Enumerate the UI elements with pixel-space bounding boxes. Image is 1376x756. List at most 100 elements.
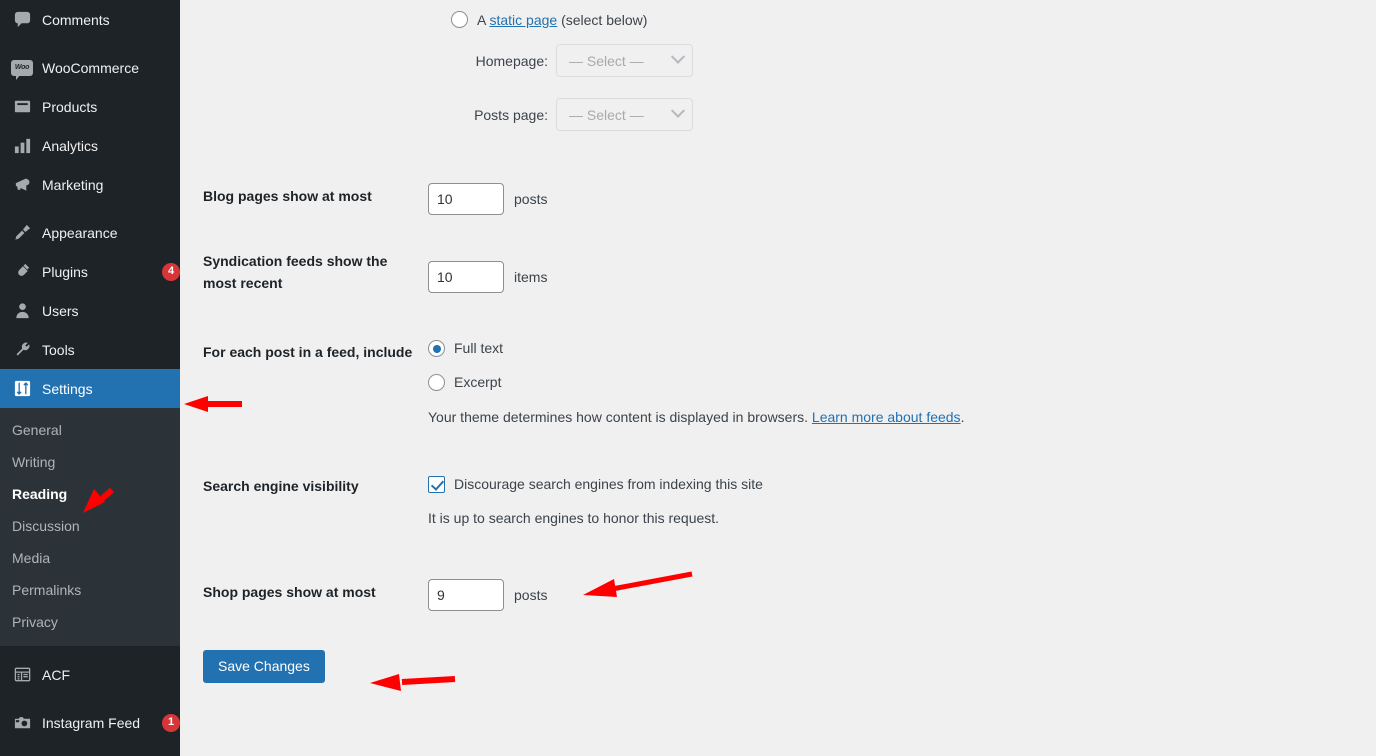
feed-full-text-radio[interactable]: [428, 340, 445, 358]
sidebar-item-label: ACF: [42, 666, 70, 683]
syndication-input[interactable]: [428, 261, 504, 293]
woocommerce-icon: Woo: [10, 58, 34, 80]
instagram-camera-icon: [10, 713, 34, 733]
appearance-brush-icon: [10, 223, 34, 243]
feed-include-field: Full text Excerpt Your theme determines …: [428, 314, 1376, 448]
sidebar-item-label: Appearance: [42, 224, 118, 241]
menu-separator: [0, 39, 180, 48]
static-page-radio[interactable]: [451, 11, 468, 28]
acf-table-icon: [10, 665, 34, 685]
reading-settings-form: A static page (select below) Homepage: —…: [180, 0, 1376, 756]
discourage-search-engines-label: Discourage search engines from indexing …: [454, 476, 763, 493]
admin-sidebar: Comments Woo WooCommerce Products Analyt…: [0, 0, 180, 756]
instagram-feed-badge: 1: [162, 713, 180, 732]
homepage-label: Homepage:: [475, 52, 548, 69]
table-row-search-visibility: Search engine visibility Discourage sear…: [180, 448, 1376, 549]
table-row-feed-include: For each post in a feed, include Full te…: [180, 314, 1376, 448]
sidebar-item-analytics[interactable]: Analytics: [0, 126, 180, 165]
discourage-search-engines-checkbox[interactable]: [428, 476, 445, 494]
shop-pages-input[interactable]: [428, 579, 504, 612]
sidebar-item-label: Products: [42, 98, 98, 115]
static-page-label: A static page (select below): [477, 11, 648, 28]
sidebar-item-label: Instagram Feed: [42, 714, 141, 731]
blog-pages-input[interactable]: [428, 183, 504, 215]
submenu-item-general[interactable]: General: [0, 414, 180, 446]
sidebar-lower-group: ACF Instagram Feed 1: [0, 646, 180, 742]
homepage-select-row: Homepage: — Select —: [180, 44, 1376, 77]
learn-more-about-feeds-link[interactable]: Learn more about feeds: [812, 409, 961, 425]
submenu-item-media[interactable]: Media: [0, 542, 180, 574]
feed-full-text-label: Full text: [454, 340, 504, 357]
chevron-down-icon: [670, 103, 686, 118]
sidebar-item-plugins[interactable]: Plugins 4: [0, 252, 180, 291]
search-visibility-description: It is up to search engines to honor this…: [428, 510, 720, 527]
sidebar-item-products[interactable]: Products: [0, 87, 180, 126]
plugins-update-badge: 4: [162, 262, 180, 281]
submenu-item-writing[interactable]: Writing: [0, 446, 180, 478]
syndication-field: items: [428, 235, 1376, 314]
syndication-unit: items: [514, 268, 548, 285]
sidebar-item-label: Users: [42, 302, 79, 319]
sidebar-item-acf[interactable]: ACF: [0, 655, 180, 694]
settings-submenu: General Writing Reading Discussion Media…: [0, 408, 180, 646]
menu-separator: [0, 646, 180, 655]
table-row-syndication: Syndication feeds show the most recent i…: [180, 235, 1376, 314]
wordpress-admin-screen: Comments Woo WooCommerce Products Analyt…: [0, 0, 1376, 756]
sidebar-item-label: Tools: [42, 341, 75, 358]
settings-table: Blog pages show at most posts Syndicatio…: [180, 175, 1376, 631]
comments-icon: [10, 10, 34, 30]
menu-separator: [0, 204, 180, 213]
feed-excerpt-radio[interactable]: [428, 374, 445, 392]
submenu-item-permalinks[interactable]: Permalinks: [0, 574, 180, 606]
feed-excerpt-label: Excerpt: [454, 374, 502, 391]
blog-pages-label: Blog pages show at most: [203, 188, 372, 204]
shop-pages-field: posts: [428, 549, 1376, 631]
products-icon: [10, 97, 34, 117]
tools-wrench-icon: [10, 340, 34, 360]
sidebar-item-settings[interactable]: Settings: [0, 369, 180, 408]
chevron-down-icon: [670, 49, 686, 64]
discourage-search-engines-option[interactable]: Discourage search engines from indexing …: [428, 474, 1366, 495]
table-row-blog-pages: Blog pages show at most posts: [180, 175, 1376, 235]
table-row-shop-pages: Shop pages show at most posts: [180, 549, 1376, 631]
front-page-section: A static page (select below) Homepage: —…: [180, 0, 1376, 131]
sidebar-item-woocommerce[interactable]: Woo WooCommerce: [0, 48, 180, 87]
submenu-item-discussion[interactable]: Discussion: [0, 510, 180, 542]
sidebar-item-users[interactable]: Users: [0, 291, 180, 330]
sidebar-item-instagram-feed[interactable]: Instagram Feed 1: [0, 703, 180, 742]
settings-sliders-icon: [10, 379, 34, 399]
sidebar-item-label: WooCommerce: [42, 59, 139, 76]
submenu-item-reading[interactable]: Reading: [0, 478, 180, 510]
shop-pages-unit: posts: [514, 586, 548, 603]
sidebar-item-label: Settings: [42, 380, 93, 397]
save-changes-button[interactable]: Save Changes: [203, 650, 325, 684]
plugins-plug-icon: [10, 262, 34, 282]
syndication-label: Syndication feeds show the most recent: [203, 253, 388, 291]
blog-pages-field: posts: [428, 175, 1376, 235]
menu-separator: [0, 694, 180, 703]
posts-page-label: Posts page:: [474, 106, 548, 123]
users-icon: [10, 301, 34, 321]
static-page-radio-row[interactable]: A static page (select below): [180, 11, 1376, 28]
sidebar-item-marketing[interactable]: Marketing: [0, 165, 180, 204]
homepage-select[interactable]: — Select —: [556, 44, 693, 77]
feed-full-text-option[interactable]: Full text: [428, 338, 1366, 359]
static-page-link[interactable]: static page: [489, 12, 557, 28]
shop-pages-label: Shop pages show at most: [203, 584, 376, 601]
sidebar-item-comments[interactable]: Comments: [0, 0, 180, 39]
submit-row: Save Changes: [180, 631, 1376, 684]
submenu-item-privacy[interactable]: Privacy: [0, 606, 180, 638]
blog-pages-unit: posts: [514, 190, 548, 207]
analytics-icon: [10, 136, 34, 156]
posts-page-select-value: — Select —: [569, 106, 644, 123]
sidebar-item-label: Marketing: [42, 176, 104, 193]
sidebar-item-label: Analytics: [42, 137, 99, 154]
feed-description: Your theme determines how content is dis…: [428, 409, 965, 426]
marketing-megaphone-icon: [10, 175, 34, 195]
sidebar-item-label: Comments: [42, 11, 110, 28]
posts-page-select-row: Posts page: — Select —: [180, 98, 1376, 131]
posts-page-select[interactable]: — Select —: [556, 98, 693, 131]
sidebar-item-appearance[interactable]: Appearance: [0, 213, 180, 252]
sidebar-item-tools[interactable]: Tools: [0, 330, 180, 369]
feed-excerpt-option[interactable]: Excerpt: [428, 372, 1366, 393]
